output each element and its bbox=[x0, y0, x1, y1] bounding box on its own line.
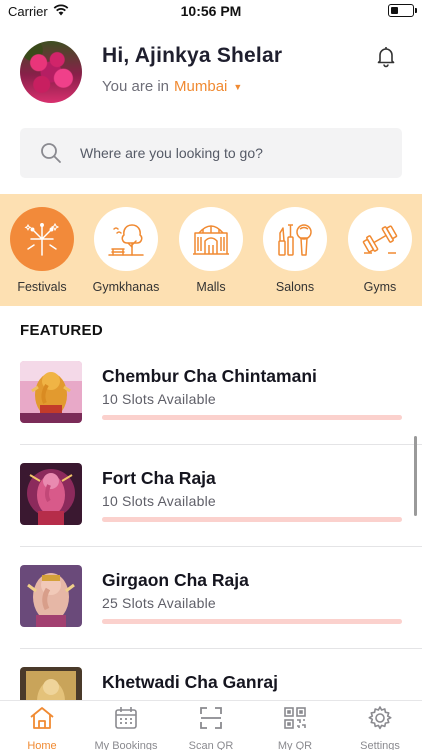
category-label: Festivals bbox=[17, 280, 67, 294]
search-bar[interactable] bbox=[20, 128, 402, 178]
bottom-tab-bar: Home My Bookings Scan QR My QR Settings bbox=[0, 700, 422, 750]
category-label: Gymkhanas bbox=[92, 280, 160, 294]
qr-code-icon bbox=[253, 705, 337, 736]
list-item[interactable]: Girgaon Cha Raja 25 Slots Available bbox=[0, 547, 422, 649]
ganpati-idol-image bbox=[20, 565, 82, 627]
category-gyms[interactable]: Gyms bbox=[338, 207, 422, 294]
battery-icon bbox=[388, 4, 417, 17]
category-salons[interactable]: Salons bbox=[253, 207, 337, 294]
tab-home[interactable]: Home bbox=[0, 705, 84, 750]
dumbbell-icon bbox=[348, 207, 412, 271]
home-icon bbox=[0, 705, 84, 736]
slots-available: 10 Slots Available bbox=[102, 391, 216, 407]
tab-settings[interactable]: Settings bbox=[338, 705, 422, 750]
ganpati-idol-image bbox=[20, 463, 82, 525]
scrollbar[interactable] bbox=[414, 436, 417, 516]
status-bar: Carrier 10:56 PM bbox=[0, 0, 422, 22]
tab-scan-qr[interactable]: Scan QR bbox=[169, 705, 253, 750]
salon-tools-icon bbox=[263, 207, 327, 271]
tab-label: Scan QR bbox=[188, 740, 234, 750]
ganpati-idol-image bbox=[20, 361, 82, 423]
list-item[interactable]: Chembur Cha Chintamani 10 Slots Availabl… bbox=[0, 343, 422, 445]
park-bench-icon bbox=[94, 207, 158, 271]
greeting: Hi, Ajinkya Shelar bbox=[102, 44, 283, 67]
tab-my-qr[interactable]: My QR bbox=[253, 705, 337, 750]
gear-icon bbox=[338, 705, 422, 736]
location-selector[interactable]: You are in Mumbai ▼ bbox=[102, 78, 242, 95]
category-label: Malls bbox=[196, 280, 226, 294]
search-icon bbox=[40, 142, 62, 169]
avatar[interactable] bbox=[20, 41, 82, 103]
item-title: Fort Cha Raja bbox=[102, 468, 216, 488]
location-city[interactable]: Mumbai bbox=[174, 78, 227, 95]
slots-progress-bar bbox=[102, 619, 402, 624]
tab-label: My QR bbox=[277, 740, 313, 750]
fireworks-icon bbox=[10, 207, 74, 271]
category-malls[interactable]: Malls bbox=[169, 207, 253, 294]
tab-label: My Bookings bbox=[94, 740, 158, 750]
tab-my-bookings[interactable]: My Bookings bbox=[84, 705, 168, 750]
item-title: Khetwadi Cha Ganraj bbox=[102, 672, 279, 692]
bell-icon[interactable] bbox=[374, 44, 398, 68]
list-item[interactable]: Fort Cha Raja 10 Slots Available bbox=[0, 445, 422, 547]
category-strip: Festivals Gymkhanas Malls Salons Gyms bbox=[0, 194, 422, 306]
tab-label: Home bbox=[27, 740, 57, 750]
section-title-featured: FEATURED bbox=[20, 322, 103, 339]
slots-available: 10 Slots Available bbox=[102, 493, 216, 509]
scan-qr-icon bbox=[169, 705, 253, 736]
category-label: Gyms bbox=[363, 280, 397, 294]
clock: 10:56 PM bbox=[180, 3, 242, 19]
slots-available: 25 Slots Available bbox=[102, 595, 216, 611]
search-input[interactable] bbox=[80, 128, 390, 178]
category-label: Salons bbox=[275, 280, 315, 294]
category-festivals[interactable]: Festivals bbox=[0, 207, 84, 294]
mall-building-icon bbox=[179, 207, 243, 271]
slots-progress-bar bbox=[102, 415, 402, 420]
calendar-icon bbox=[84, 705, 168, 736]
item-title: Chembur Cha Chintamani bbox=[102, 366, 317, 386]
tab-label: Settings bbox=[360, 740, 400, 750]
item-title: Girgaon Cha Raja bbox=[102, 570, 249, 590]
slots-progress-bar bbox=[102, 517, 402, 522]
chevron-down-icon[interactable]: ▼ bbox=[233, 82, 242, 92]
category-gymkhanas[interactable]: Gymkhanas bbox=[84, 207, 168, 294]
location-prefix: You are in bbox=[102, 78, 170, 95]
